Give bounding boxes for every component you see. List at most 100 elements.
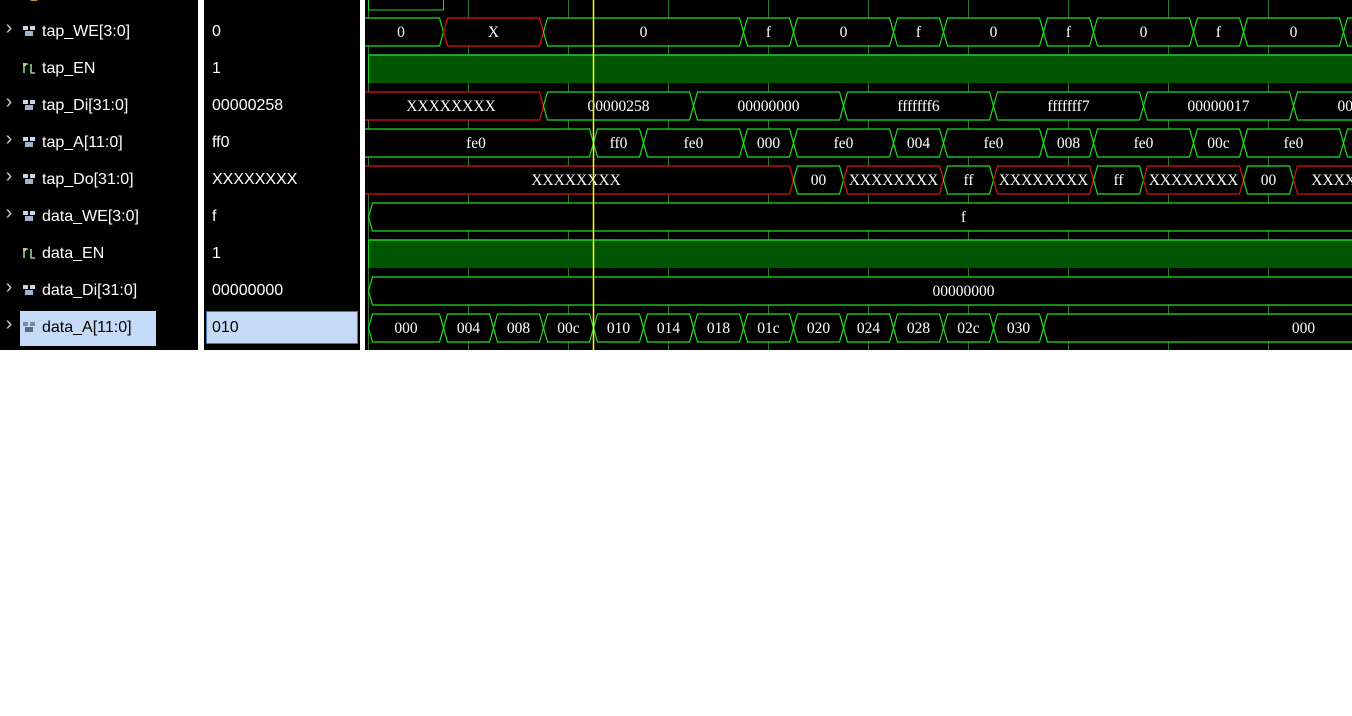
waveform-tap-we-3-0[interactable]: 0 X 0 f 0 f 0 f 0 f 0 xyxy=(365,17,1352,47)
waveform-tap-a-11-0[interactable]: fe0 ff0 fe0 000 fe0 004 fe0 008 fe0 00c fe0 xyxy=(365,128,1352,158)
signal-name-row[interactable]: data_EN xyxy=(0,235,198,272)
waveform-tap-en[interactable] xyxy=(368,54,1352,83)
bus-segment-label: 0 xyxy=(1290,24,1298,41)
waveform-data-a-11-0[interactable]: 000 004 008 00c 010 014 018 01c 020 024 028 02c 030 0… xyxy=(367,313,1352,343)
bus-segment-label: 02c xyxy=(957,320,980,337)
signal-value-row[interactable]: XXXXXXXX xyxy=(204,161,360,198)
signal-value-row[interactable]: ff0 xyxy=(204,124,360,161)
bus-icon xyxy=(22,283,36,297)
expand-chevron-icon[interactable]: › xyxy=(2,92,16,112)
bus-segment-label: 0 xyxy=(990,24,998,41)
bus-segment-label: 00000018 xyxy=(1338,98,1352,115)
bus-icon xyxy=(22,98,36,112)
expand-chevron-icon[interactable]: › xyxy=(2,166,16,186)
bus-icon xyxy=(22,209,36,223)
bit-icon xyxy=(22,246,36,260)
waveform-tap-di-31-0[interactable]: XXXXXXXX 00000258 00000000 fffffff6 fffffff7… xyxy=(365,91,1352,121)
signal-name-row[interactable]: › tap_Do[31:0] xyxy=(0,161,198,198)
expand-chevron-icon[interactable]: › xyxy=(2,314,16,334)
bus-segment-label: 004 xyxy=(457,320,481,337)
clipped-waveform xyxy=(368,0,444,11)
bus-segment-label: fffffff6 xyxy=(897,98,939,115)
signal-name-row[interactable]: › data_A[11:0] xyxy=(0,309,198,346)
bit-high-level xyxy=(368,55,1352,83)
signal-value: 1 xyxy=(212,60,221,77)
bus-segment xyxy=(1342,17,1352,47)
signal-values-pane: 0 1 00000258 ff0 XXXXXXXX f 1 00000000 010 xyxy=(204,0,360,350)
bus-segment-label: fffffff7 xyxy=(1047,98,1089,115)
bus-segment-label: fe0 xyxy=(1284,135,1304,152)
bus-segment-label: 000 xyxy=(757,135,781,152)
bus-segment-label: ff xyxy=(1113,172,1124,189)
signal-name-row[interactable]: › tap_A[11:0] xyxy=(0,124,198,161)
bus-segment-label: XXXXXXXX xyxy=(406,98,496,115)
expand-chevron-icon[interactable]: › xyxy=(2,18,16,38)
signal-name: tap_EN xyxy=(42,60,96,77)
signal-value-row[interactable]: 1 xyxy=(204,50,360,87)
clipped-signal-row xyxy=(0,0,198,4)
bus-segment-label: 008 xyxy=(1057,135,1081,152)
bus-segment-label: 028 xyxy=(907,320,931,337)
bit-icon xyxy=(22,61,36,75)
bus-segment-label: 00 xyxy=(1261,172,1277,189)
waveform-data-en[interactable] xyxy=(368,239,1352,268)
bus-segment-label: 00c xyxy=(557,320,580,337)
expand-chevron-icon[interactable]: › xyxy=(2,129,16,149)
signal-value: ff0 xyxy=(212,134,230,151)
bus-segment-label: fe0 xyxy=(466,135,486,152)
bus-segment-label: f xyxy=(766,24,772,41)
bus-segment-label: X xyxy=(488,24,499,41)
waveform-data-we-3-0[interactable]: f xyxy=(367,202,1352,232)
bus-icon xyxy=(22,24,36,38)
bus-segment-label: f xyxy=(1216,24,1222,41)
bus-segment-label: 004 xyxy=(907,135,931,152)
waveform-pane[interactable]: 0 X 0 f 0 f 0 f 0 f 0 XXXXXXXX 00000258 00000000 fffff… xyxy=(365,0,1352,350)
bus-segment-label: 00000017 xyxy=(1188,98,1250,115)
signal-name: tap_A[11:0] xyxy=(42,134,123,151)
bus-segment-label: 008 xyxy=(507,320,531,337)
signal-name: data_Di[31:0] xyxy=(42,282,138,299)
signal-value: 00000000 xyxy=(212,282,284,299)
waveform-tap-do-31-0[interactable]: XXXXXXXX 00 XXXXXXXX ff XXXXXXXX ff XXXXXXXX 00… xyxy=(365,165,1352,195)
signal-value: f xyxy=(212,208,217,225)
waveform-canvas[interactable]: 0 X 0 f 0 f 0 f 0 f 0XXXXXXXX 00000258 00000000 fffff… xyxy=(365,0,1352,350)
signal-name-row[interactable]: › data_WE[3:0] xyxy=(0,198,198,235)
bus-segment-label: 00000000 xyxy=(738,98,800,115)
waveform-viewer: › tap_WE[3:0] tap_EN › tap_Di[31:0] › tap_A[11… xyxy=(0,0,1352,350)
bus-segment-label: 0 xyxy=(1140,24,1148,41)
expand-chevron-icon[interactable]: › xyxy=(2,277,16,297)
signal-value-row[interactable]: f xyxy=(204,198,360,235)
bus-segment-label: XXXXXXXX xyxy=(999,172,1089,189)
waveform-data-di-31-0[interactable]: 00000000 xyxy=(367,276,1352,306)
bus-selected-icon xyxy=(22,320,36,334)
signal-value-row[interactable]: 0 xyxy=(204,13,360,50)
bus-segment-label: 00000000 xyxy=(933,283,995,300)
signal-value-row[interactable]: 010 xyxy=(204,309,360,346)
bus-segment-label: fe0 xyxy=(684,135,704,152)
signal-value: 010 xyxy=(212,319,239,336)
signal-name-row[interactable]: › tap_WE[3:0] xyxy=(0,13,198,50)
bus-segment xyxy=(367,202,1352,232)
bus-segment-label: 01c xyxy=(757,320,780,337)
signal-names-pane: › tap_WE[3:0] tap_EN › tap_Di[31:0] › tap_A[11… xyxy=(0,0,198,350)
bus-segment-label: ff0 xyxy=(610,135,628,152)
signal-value-row[interactable]: 00000258 xyxy=(204,87,360,124)
bus-icon xyxy=(22,135,36,149)
bus-segment-label: 024 xyxy=(857,320,881,337)
signal-name-row[interactable]: tap_EN xyxy=(0,50,198,87)
bus-segment-label: fe0 xyxy=(984,135,1004,152)
expand-chevron-icon[interactable]: › xyxy=(2,203,16,223)
bus-segment-label: 0 xyxy=(840,24,848,41)
signal-name-row[interactable]: › tap_Di[31:0] xyxy=(0,87,198,124)
bus-segment-label: f xyxy=(1066,24,1072,41)
signal-name: tap_Do[31:0] xyxy=(42,171,134,188)
bus-segment-label: 000 xyxy=(1292,320,1316,337)
bus-segment-label: 014 xyxy=(657,320,681,337)
signal-value-row[interactable]: 1 xyxy=(204,235,360,272)
signal-value: 1 xyxy=(212,245,221,262)
signal-name-row[interactable]: › data_Di[31:0] xyxy=(0,272,198,309)
bus-segment xyxy=(367,276,1352,306)
bus-segment-label: fe0 xyxy=(834,135,854,152)
signal-value-row[interactable]: 00000000 xyxy=(204,272,360,309)
bus-segment-label: 030 xyxy=(1007,320,1031,337)
